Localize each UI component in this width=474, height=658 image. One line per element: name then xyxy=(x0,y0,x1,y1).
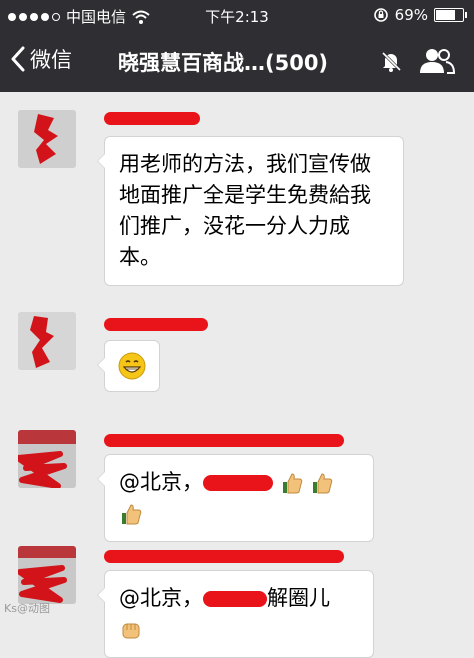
mute-bell-icon xyxy=(381,51,402,72)
back-button[interactable]: 微信 xyxy=(10,44,72,74)
thumbs-up-icon xyxy=(282,473,302,494)
group-members-icon[interactable] xyxy=(418,46,456,76)
watermark: Ks@动图 xyxy=(4,602,50,615)
sender-name-redacted xyxy=(104,550,344,563)
avatar[interactable] xyxy=(18,110,76,168)
chevron-left-icon xyxy=(11,46,25,72)
battery-percent: 69% xyxy=(394,6,428,24)
status-bar: 中国电信 下午2:13 69% xyxy=(0,0,474,30)
thumbs-up-icon xyxy=(122,504,142,525)
avatar[interactable] xyxy=(18,430,76,488)
redacted-avatar-image xyxy=(18,110,76,168)
redacted-avatar-image xyxy=(18,430,76,488)
message-bubble[interactable]: 用老师的方法，我们宣传做地面推广全是学生免费給我们推广，没花一分人力成本。 xyxy=(97,136,404,286)
avatar[interactable] xyxy=(18,312,76,370)
back-label: 微信 xyxy=(30,48,72,72)
sender-name-redacted xyxy=(104,434,344,447)
message-text: 用老师的方法，我们宣传做地面推广全是学生免费給我们推广，没花一分人力成本。 xyxy=(119,152,371,269)
message-text-after: 解圈儿 xyxy=(267,586,330,610)
message-bubble[interactable] xyxy=(97,340,160,392)
sender-name-redacted xyxy=(104,318,208,331)
thumbs-up-icon xyxy=(313,473,333,494)
grin-emoji-icon xyxy=(118,352,146,380)
rotation-lock-icon xyxy=(373,8,388,22)
redacted-avatar-image xyxy=(18,546,76,604)
battery-icon xyxy=(434,8,467,22)
message-text-before: @北京， xyxy=(119,586,203,610)
chat-title: 晓强慧百商战…(500) xyxy=(118,51,329,75)
avatar[interactable] xyxy=(18,546,76,604)
fist-icon xyxy=(122,623,140,639)
battery-fill xyxy=(436,10,456,20)
mention-redacted xyxy=(203,591,267,607)
nav-bar: 微信 晓强慧百商战…(500) xyxy=(0,30,474,92)
message-bubble[interactable]: @北京， 解圈儿 xyxy=(97,570,374,658)
mention-redacted xyxy=(203,475,273,491)
sender-name-redacted xyxy=(104,112,200,125)
message-text: @北京， xyxy=(119,470,203,494)
redacted-avatar-image xyxy=(18,312,76,370)
chat-area[interactable]: 用老师的方法，我们宣传做地面推广全是学生免费給我们推广，没花一分人力成本。 @北… xyxy=(0,92,474,658)
message-bubble[interactable]: @北京， xyxy=(97,454,374,542)
